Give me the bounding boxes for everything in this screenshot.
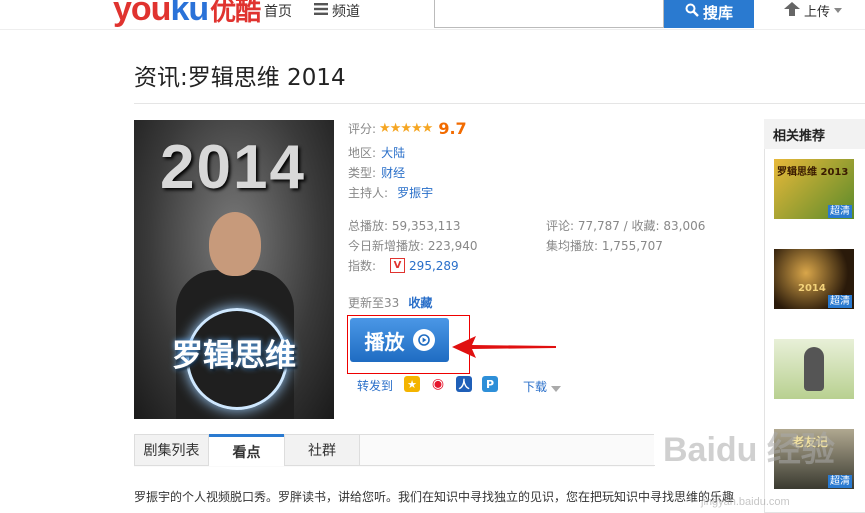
avg-plays: 集均播放: 1,755,707 bbox=[546, 239, 663, 253]
show-description: 罗振宇的个人视频脱口秀。罗胖读书，讲给您听。我们在知识中寻找独立的见识，您在把玩… bbox=[134, 490, 735, 504]
play-button[interactable]: 播放 bbox=[350, 318, 449, 362]
region-row: 地区: 大陆 bbox=[348, 142, 405, 161]
upload-button[interactable]: 上传 bbox=[784, 1, 843, 20]
poster-show-name: 罗辑思维 bbox=[172, 338, 296, 374]
play-icon bbox=[412, 329, 435, 351]
host-row: 主持人: 罗振宇 bbox=[348, 182, 433, 201]
tabs-underline bbox=[360, 465, 655, 466]
rating-score: 9.7 bbox=[438, 119, 467, 138]
search-button-label: 搜库 bbox=[702, 3, 733, 22]
rating-label: 评分: bbox=[348, 122, 377, 136]
hd-badge: 超清 bbox=[828, 205, 852, 218]
region-label: 地区: bbox=[348, 146, 377, 160]
tab-episode-list[interactable]: 剧集列表 bbox=[134, 434, 209, 466]
show-poster[interactable]: 2014 罗辑思维 bbox=[134, 120, 334, 419]
upload-icon bbox=[784, 1, 800, 20]
baidu-watermark: Baidu 经验 bbox=[663, 431, 835, 469]
today-plays: 今日新增播放: 223,940 bbox=[348, 239, 478, 253]
share-icons: ★ ◉ 人 P bbox=[404, 376, 498, 392]
related-item[interactable] bbox=[774, 339, 854, 399]
comments-favorites: 评论: 77,787 / 收藏: 83,006 bbox=[546, 219, 706, 233]
download-label: 下载 bbox=[523, 380, 548, 394]
host-link[interactable]: 罗振宇 bbox=[397, 186, 433, 200]
search-input[interactable] bbox=[434, 0, 664, 28]
tab-highlights[interactable]: 看点 bbox=[209, 434, 284, 466]
tab-community[interactable]: 社群 bbox=[284, 434, 360, 466]
index-value[interactable]: 295,289 bbox=[409, 259, 459, 273]
download-button[interactable]: 下载 bbox=[523, 377, 562, 396]
hd-badge: 超清 bbox=[828, 475, 852, 488]
hd-badge: 超清 bbox=[828, 295, 852, 308]
rating-row: 评分: ★★★★★ 9.7 bbox=[348, 119, 467, 138]
nav-home-link[interactable]: 首页 bbox=[264, 1, 292, 21]
nav-channels-label: 频道 bbox=[332, 4, 360, 20]
type-link[interactable]: 财经 bbox=[381, 166, 405, 180]
nav-channels-link[interactable]: 频道 bbox=[314, 1, 360, 21]
header-divider bbox=[0, 29, 865, 30]
favorite-link[interactable]: 收藏 bbox=[408, 296, 432, 310]
update-text: 更新至33 bbox=[348, 296, 400, 310]
play-label: 播放 bbox=[364, 329, 405, 354]
poster-person-head bbox=[209, 212, 261, 276]
total-plays: 总播放: 59,353,113 bbox=[348, 219, 461, 233]
menu-icon bbox=[314, 3, 328, 19]
index-label: 指数: bbox=[348, 259, 377, 273]
thumb-caption: 2014 bbox=[798, 283, 826, 294]
type-label: 类型: bbox=[348, 166, 377, 180]
tieba-icon[interactable]: P bbox=[482, 376, 498, 392]
youku-logo[interactable]: youku优酷 bbox=[113, 0, 261, 29]
related-title: 相关推荐 bbox=[764, 119, 865, 149]
weibo-icon[interactable]: ◉ bbox=[430, 376, 446, 392]
share-label[interactable]: 转发到 bbox=[357, 377, 393, 394]
logo-text: you bbox=[113, 0, 171, 28]
update-row: 更新至33 收藏 bbox=[348, 292, 432, 311]
poster-year: 2014 bbox=[160, 133, 306, 202]
region-link[interactable]: 大陆 bbox=[381, 146, 405, 160]
v-index-icon: V bbox=[390, 258, 406, 273]
upload-label: 上传 bbox=[804, 5, 831, 20]
related-item[interactable]: 罗辑思维 2013 超清 bbox=[774, 159, 854, 219]
chevron-down-icon bbox=[834, 3, 843, 18]
qzone-icon[interactable]: ★ bbox=[404, 376, 420, 392]
page-title: 资讯:罗辑思维 2014 bbox=[134, 65, 346, 91]
index-row: 指数: V 295,289 bbox=[348, 257, 459, 274]
chevron-down-icon bbox=[551, 377, 562, 396]
thumb-caption: 罗辑思维 2013 bbox=[777, 167, 849, 178]
cartoon-figure-icon bbox=[804, 347, 824, 391]
renren-icon[interactable]: 人 bbox=[456, 376, 472, 392]
star-rating-icon: ★★★★★ bbox=[379, 121, 433, 136]
title-divider bbox=[134, 103, 865, 104]
type-row: 类型: 财经 bbox=[348, 162, 405, 181]
search-button[interactable]: 搜库 bbox=[664, 0, 754, 28]
baidu-watermark-url: jingyan.baidu.com bbox=[701, 496, 790, 508]
search-icon bbox=[685, 3, 699, 21]
host-label: 主持人: bbox=[348, 186, 389, 200]
related-item[interactable]: 2014 超清 bbox=[774, 249, 854, 309]
red-arrow-icon bbox=[452, 336, 556, 358]
